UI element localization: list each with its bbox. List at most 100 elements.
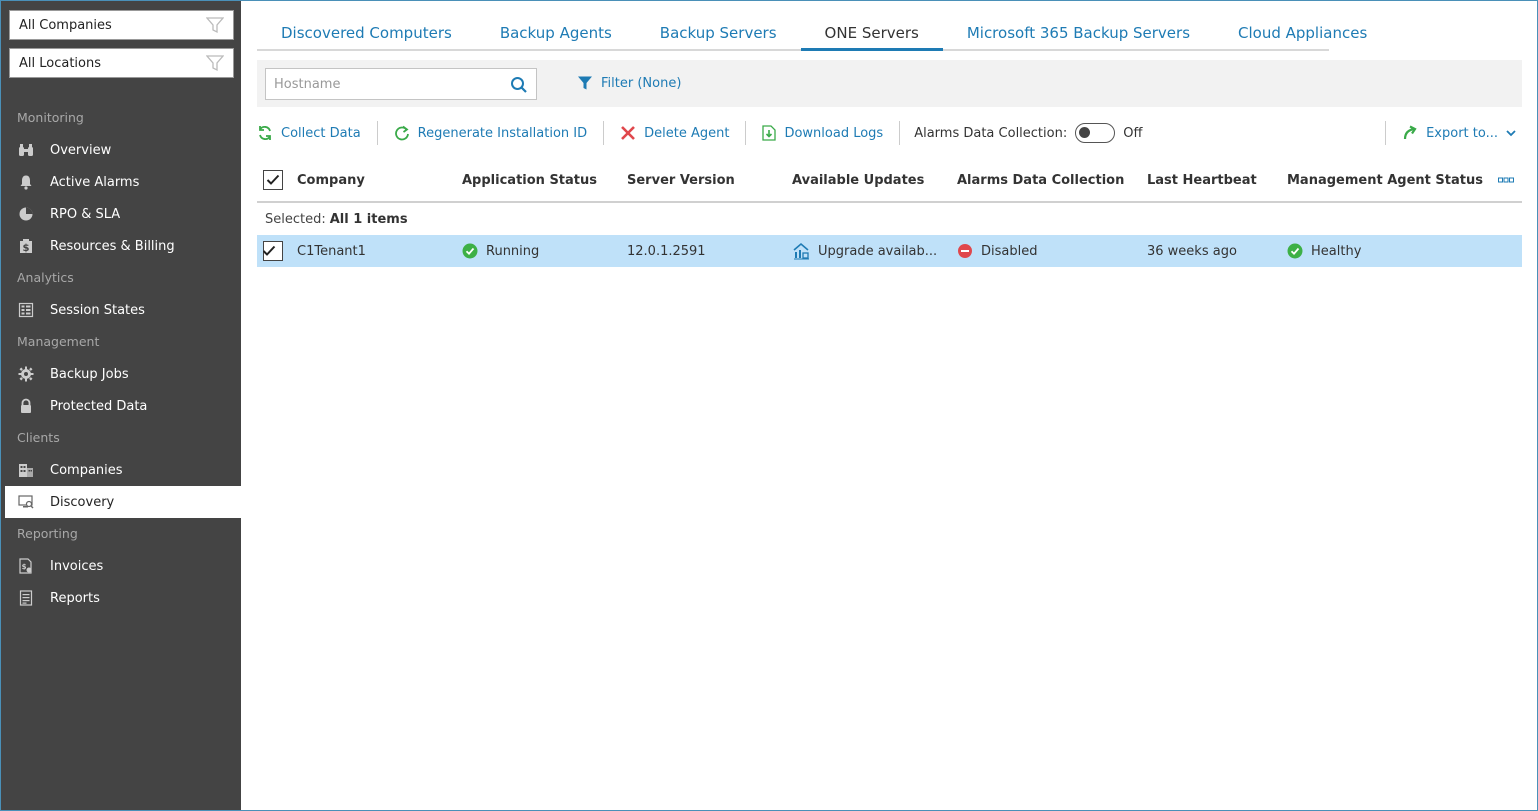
sidebar-item-session-states[interactable]: Session States bbox=[5, 294, 241, 326]
column-options-icon[interactable] bbox=[1498, 159, 1514, 201]
sidebar-item-active-alarms[interactable]: Active Alarms bbox=[5, 166, 241, 198]
export-arrow-icon bbox=[1403, 125, 1417, 140]
tab-backup-agents[interactable]: Backup Agents bbox=[476, 19, 636, 51]
upgrade-available-icon bbox=[793, 242, 809, 260]
alarms-data-collection: Alarms Data Collection: Off bbox=[900, 123, 1142, 143]
dollar-doc-icon: $ bbox=[18, 238, 34, 254]
sidebar-item-backup-jobs[interactable]: Backup Jobs bbox=[5, 358, 241, 390]
delete-agent-label: Delete Agent bbox=[644, 125, 730, 141]
section-header-monitoring: Monitoring bbox=[17, 110, 84, 125]
binoculars-icon bbox=[18, 142, 34, 158]
funnel-icon bbox=[206, 17, 224, 34]
table-row[interactable]: C1Tenant1 Running 12.0.1.2591 Upgrade av… bbox=[257, 235, 1522, 267]
tab-backup-servers[interactable]: Backup Servers bbox=[636, 19, 801, 51]
tab-one-servers[interactable]: ONE Servers bbox=[800, 19, 943, 51]
gear-icon bbox=[18, 366, 34, 382]
sidebar-item-invoices[interactable]: $ Invoices bbox=[5, 550, 241, 582]
sidebar-item-rpo-sla[interactable]: RPO & SLA bbox=[5, 198, 241, 230]
available-updates-text: Upgrade availab... bbox=[818, 243, 938, 259]
tab-cloud-appliances[interactable]: Cloud Appliances bbox=[1214, 19, 1391, 51]
download-logs-button[interactable]: Download Logs bbox=[746, 125, 899, 141]
agent-status-text: Healthy bbox=[1311, 243, 1362, 259]
sidebar-item-label: Discovery bbox=[50, 494, 115, 510]
location-filter-select[interactable]: All Locations bbox=[9, 48, 234, 78]
regenerate-installation-id-button[interactable]: Regenerate Installation ID bbox=[378, 125, 603, 141]
search-box bbox=[265, 68, 537, 100]
cell-available-updates: Upgrade availab... bbox=[792, 235, 942, 267]
sidebar-item-label: Session States bbox=[50, 302, 145, 318]
search-icon[interactable] bbox=[510, 76, 528, 94]
export-label: Export to... bbox=[1426, 125, 1498, 141]
cell-last-heartbeat: 36 weeks ago bbox=[1147, 243, 1237, 259]
bell-icon bbox=[18, 174, 34, 190]
column-header-server-version[interactable]: Server Version bbox=[627, 159, 735, 201]
section-header-clients: Clients bbox=[17, 430, 60, 445]
sidebar-item-companies[interactable]: Companies bbox=[5, 454, 241, 486]
selection-prefix: Selected: bbox=[265, 211, 326, 227]
cell-management-agent-status: Healthy bbox=[1287, 235, 1361, 267]
alarms-toggle-state: Off bbox=[1123, 125, 1143, 141]
grid-header: Company Application Status Server Versio… bbox=[257, 159, 1522, 203]
export-to-button[interactable]: Export to... bbox=[1385, 119, 1522, 147]
location-filter-label: All Locations bbox=[19, 55, 102, 71]
funnel-icon bbox=[206, 55, 224, 72]
company-filter-select[interactable]: All Companies bbox=[9, 10, 234, 40]
alarms-data-collection-toggle[interactable] bbox=[1075, 123, 1116, 143]
regenerate-id-label: Regenerate Installation ID bbox=[417, 125, 588, 141]
filter-icon bbox=[578, 76, 592, 90]
company-filter-label: All Companies bbox=[19, 17, 112, 33]
cell-company: C1Tenant1 bbox=[297, 243, 366, 259]
cell-application-status: Running bbox=[462, 235, 539, 267]
svg-text:$: $ bbox=[23, 243, 30, 254]
sidebar-item-label: Protected Data bbox=[50, 398, 148, 414]
tab-microsoft-365-backup-servers[interactable]: Microsoft 365 Backup Servers bbox=[943, 19, 1214, 51]
hostname-search-input[interactable] bbox=[274, 76, 504, 92]
sidebar-item-label: Companies bbox=[50, 462, 123, 478]
checkmark-icon bbox=[266, 174, 280, 185]
row-select-cell bbox=[263, 235, 283, 267]
sidebar-item-discovery[interactable]: Discovery bbox=[5, 486, 242, 518]
sidebar-item-reports[interactable]: Reports bbox=[5, 582, 241, 614]
selection-summary: Selected: All 1 items bbox=[257, 203, 1522, 235]
select-all-checkbox[interactable] bbox=[263, 170, 283, 190]
tab-bar: Discovered Computers Backup Agents Backu… bbox=[257, 19, 1367, 51]
download-doc-icon bbox=[762, 125, 777, 141]
collect-data-label: Collect Data bbox=[281, 125, 361, 141]
alarms-status-text: Disabled bbox=[981, 243, 1038, 259]
sidebar-item-label: Overview bbox=[50, 142, 112, 158]
alarms-toggle-label: Alarms Data Collection: bbox=[914, 125, 1068, 141]
column-header-available-updates[interactable]: Available Updates bbox=[792, 159, 924, 201]
regenerate-icon bbox=[394, 125, 409, 141]
report-icon bbox=[18, 590, 34, 606]
delete-agent-button[interactable]: Delete Agent bbox=[604, 125, 745, 141]
column-header-management-agent-status[interactable]: Management Agent Status bbox=[1287, 159, 1483, 201]
row-checkbox[interactable] bbox=[263, 241, 283, 261]
section-header-management: Management bbox=[17, 334, 100, 349]
toolbar: Collect Data Regenerate Installation ID … bbox=[257, 119, 1522, 147]
refresh-cycle-icon bbox=[259, 126, 271, 140]
delete-x-icon bbox=[621, 126, 636, 140]
column-header-last-heartbeat[interactable]: Last Heartbeat bbox=[1147, 159, 1257, 201]
sidebar-item-label: Active Alarms bbox=[50, 174, 140, 190]
building-icon bbox=[18, 462, 34, 478]
svg-text:$: $ bbox=[22, 563, 27, 571]
sidebar-item-protected-data[interactable]: Protected Data bbox=[5, 390, 241, 422]
filter-button[interactable]: Filter (None) bbox=[577, 75, 681, 91]
sidebar-item-label: Backup Jobs bbox=[50, 366, 129, 382]
pie-chart-icon bbox=[18, 206, 34, 222]
section-header-reporting: Reporting bbox=[17, 526, 78, 541]
column-header-company[interactable]: Company bbox=[297, 159, 365, 201]
collect-data-button[interactable]: Collect Data bbox=[257, 125, 377, 141]
toolbar-divider bbox=[1385, 121, 1387, 145]
sidebar-item-resources-billing[interactable]: $ Resources & Billing bbox=[5, 230, 241, 262]
sidebar-item-label: Resources & Billing bbox=[50, 238, 175, 254]
tab-discovered-computers[interactable]: Discovered Computers bbox=[257, 19, 476, 51]
main-content: Discovered Computers Backup Agents Backu… bbox=[241, 1, 1537, 810]
search-bar: Filter (None) bbox=[257, 60, 1522, 107]
cell-alarms-data-collection: Disabled bbox=[957, 235, 1037, 267]
status-ok-icon bbox=[1287, 243, 1303, 259]
grid-icon bbox=[18, 302, 34, 318]
column-header-alarms-data-collection[interactable]: Alarms Data Collection bbox=[957, 159, 1124, 201]
column-header-application-status[interactable]: Application Status bbox=[462, 159, 597, 201]
sidebar-item-overview[interactable]: Overview bbox=[5, 134, 241, 166]
